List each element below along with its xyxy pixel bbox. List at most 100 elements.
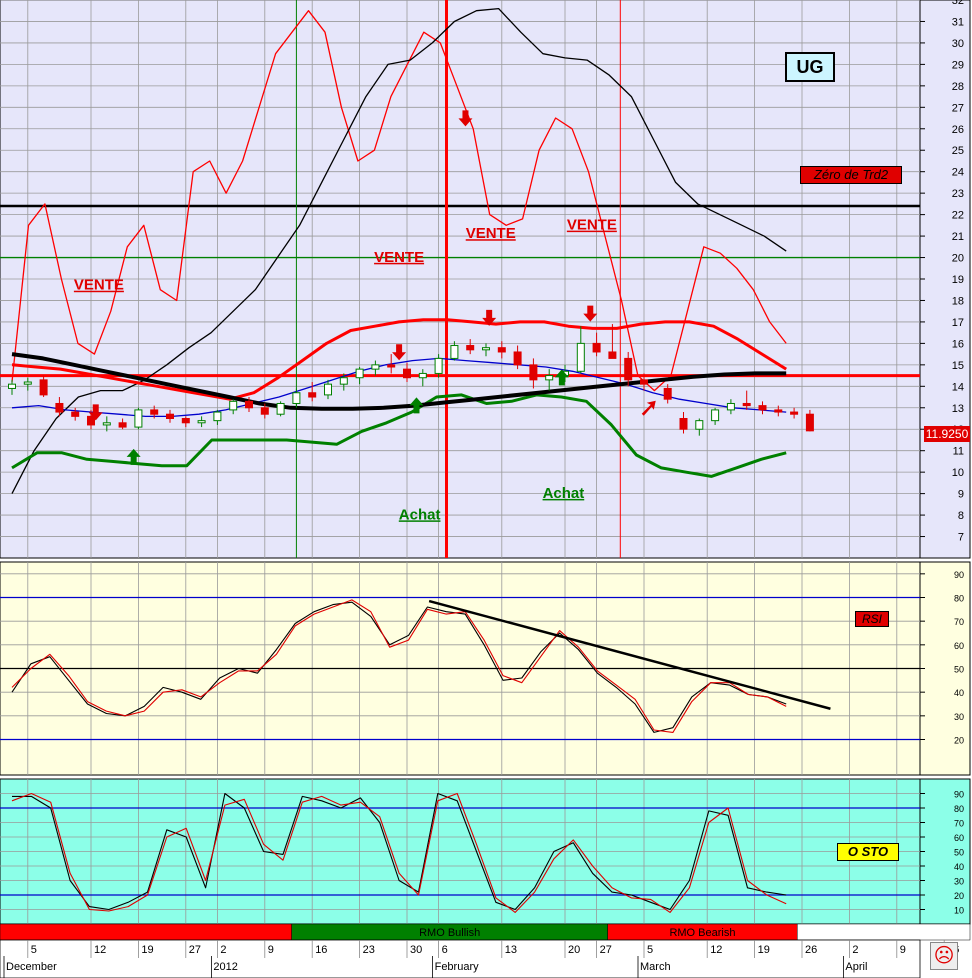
candle-body (608, 351, 617, 359)
x-tick-label: 27 (600, 944, 612, 956)
y-tick-label: 20 (954, 891, 964, 901)
x-tick-label: 16 (315, 944, 327, 956)
y-tick-label: 31 (952, 16, 964, 28)
time-axis: 512192729162330613202751219262916Decembe… (0, 939, 959, 978)
y-tick-label: 26 (952, 124, 964, 136)
y-tick-label: 80 (954, 594, 964, 604)
y-tick-label: 8 (958, 510, 964, 522)
signal-annotation: VENTE (74, 277, 124, 294)
candle-body (39, 379, 48, 396)
y-tick-label: 16 (952, 338, 964, 350)
candle-body (805, 413, 814, 432)
y-tick-label: 22 (952, 210, 964, 222)
candle-body (434, 357, 443, 374)
y-tick-label: 13 (952, 403, 964, 415)
y-tick-label: 20 (952, 253, 964, 265)
y-tick-label: 18 (952, 295, 964, 307)
y-tick-label: 10 (954, 906, 964, 916)
last-price-label: 11.9250 (924, 426, 970, 442)
status-empty (797, 923, 971, 941)
signal-annotation: VENTE (374, 249, 424, 266)
candle-body (497, 347, 506, 353)
candle-body (450, 345, 459, 359)
candle-body (774, 409, 783, 413)
x-tick-label: 2 (852, 944, 858, 956)
y-tick-label: 70 (954, 617, 964, 627)
candle-body (726, 402, 735, 411)
y-tick-label: 60 (954, 641, 964, 651)
status-segment (0, 923, 292, 941)
candle-body (8, 383, 16, 389)
y-tick-label: 27 (952, 102, 964, 114)
y-tick-label: 60 (954, 833, 964, 843)
chart-canvas: 7891011121314151617181920212223242526272… (0, 0, 971, 978)
y-tick-label: 20 (954, 736, 964, 746)
candle-body (513, 351, 522, 366)
candle-body (324, 383, 332, 396)
candle-body (482, 347, 490, 351)
y-tick-label: 30 (954, 712, 964, 722)
candle-body (403, 368, 411, 379)
rsi-panel: 20 30 40 50 60 70 80 90 (0, 561, 971, 776)
candle-body (758, 405, 767, 411)
x-month-label: April (845, 961, 867, 973)
candle-body (711, 409, 720, 422)
candle-body (276, 402, 285, 415)
y-tick-label: 90 (954, 570, 964, 580)
rsi-panel-label: RSI (855, 611, 889, 627)
candle-body (71, 411, 80, 417)
x-tick-label: 9 (900, 944, 906, 956)
y-tick-label: 19 (952, 274, 964, 286)
y-tick-label: 50 (954, 665, 964, 675)
candle-body (23, 381, 32, 385)
rmo-status-bar: RMO Bullish RMO Bearish (0, 923, 971, 941)
candle-body (150, 409, 159, 415)
candle-body (55, 402, 64, 413)
y-tick-label: 32 (952, 0, 964, 7)
sad-face-icon[interactable]: ☹ (930, 942, 958, 970)
y-tick-label: 70 (954, 819, 964, 829)
candle-body (134, 409, 143, 428)
status-label: RMO Bullish (419, 927, 480, 939)
y-tick-label: 50 (954, 848, 964, 858)
candle-body (640, 379, 648, 385)
x-month-label: 2012 (213, 961, 237, 973)
y-tick-label: 15 (952, 360, 964, 372)
candle-body (213, 411, 222, 422)
x-month-label: December (6, 961, 57, 973)
y-tick-label: 10 (952, 467, 964, 479)
x-tick-label: 19 (758, 944, 770, 956)
x-tick-label: 2 (220, 944, 226, 956)
candle-body (166, 413, 174, 420)
status-label: RMO Bearish (669, 927, 735, 939)
y-tick-label: 28 (952, 81, 964, 93)
candle-body (679, 418, 688, 430)
price-panel: 7891011121314151617181920212223242526272… (0, 0, 971, 559)
candle-body (387, 364, 396, 368)
y-tick-label: 40 (954, 688, 964, 698)
candle-body (292, 392, 301, 404)
candle-body (576, 342, 585, 372)
y-tick-label: 11 (953, 446, 964, 458)
candle-body (742, 402, 751, 407)
signal-annotation: VENTE (466, 225, 516, 242)
x-tick-label: 6 (442, 944, 448, 956)
x-tick-label: 5 (647, 944, 653, 956)
y-tick-label: 30 (954, 877, 964, 887)
y-tick-label: 9 (958, 489, 964, 501)
x-tick-label: 13 (505, 944, 517, 956)
candle-body (592, 342, 601, 353)
y-tick-label: 24 (952, 167, 964, 179)
candle-body (355, 368, 364, 379)
candle-body (790, 411, 799, 415)
signal-annotation: VENTE (567, 217, 617, 234)
y-tick-label: 40 (954, 862, 964, 872)
x-tick-label: 12 (94, 944, 106, 956)
candle-body (260, 407, 269, 415)
y-tick-label: 7 (958, 532, 964, 544)
candle-body (245, 400, 253, 409)
y-tick-label: 30 (952, 38, 964, 50)
x-tick-label: 27 (189, 944, 201, 956)
signal-annotation: Achat (543, 485, 585, 502)
candle-body (529, 364, 538, 381)
